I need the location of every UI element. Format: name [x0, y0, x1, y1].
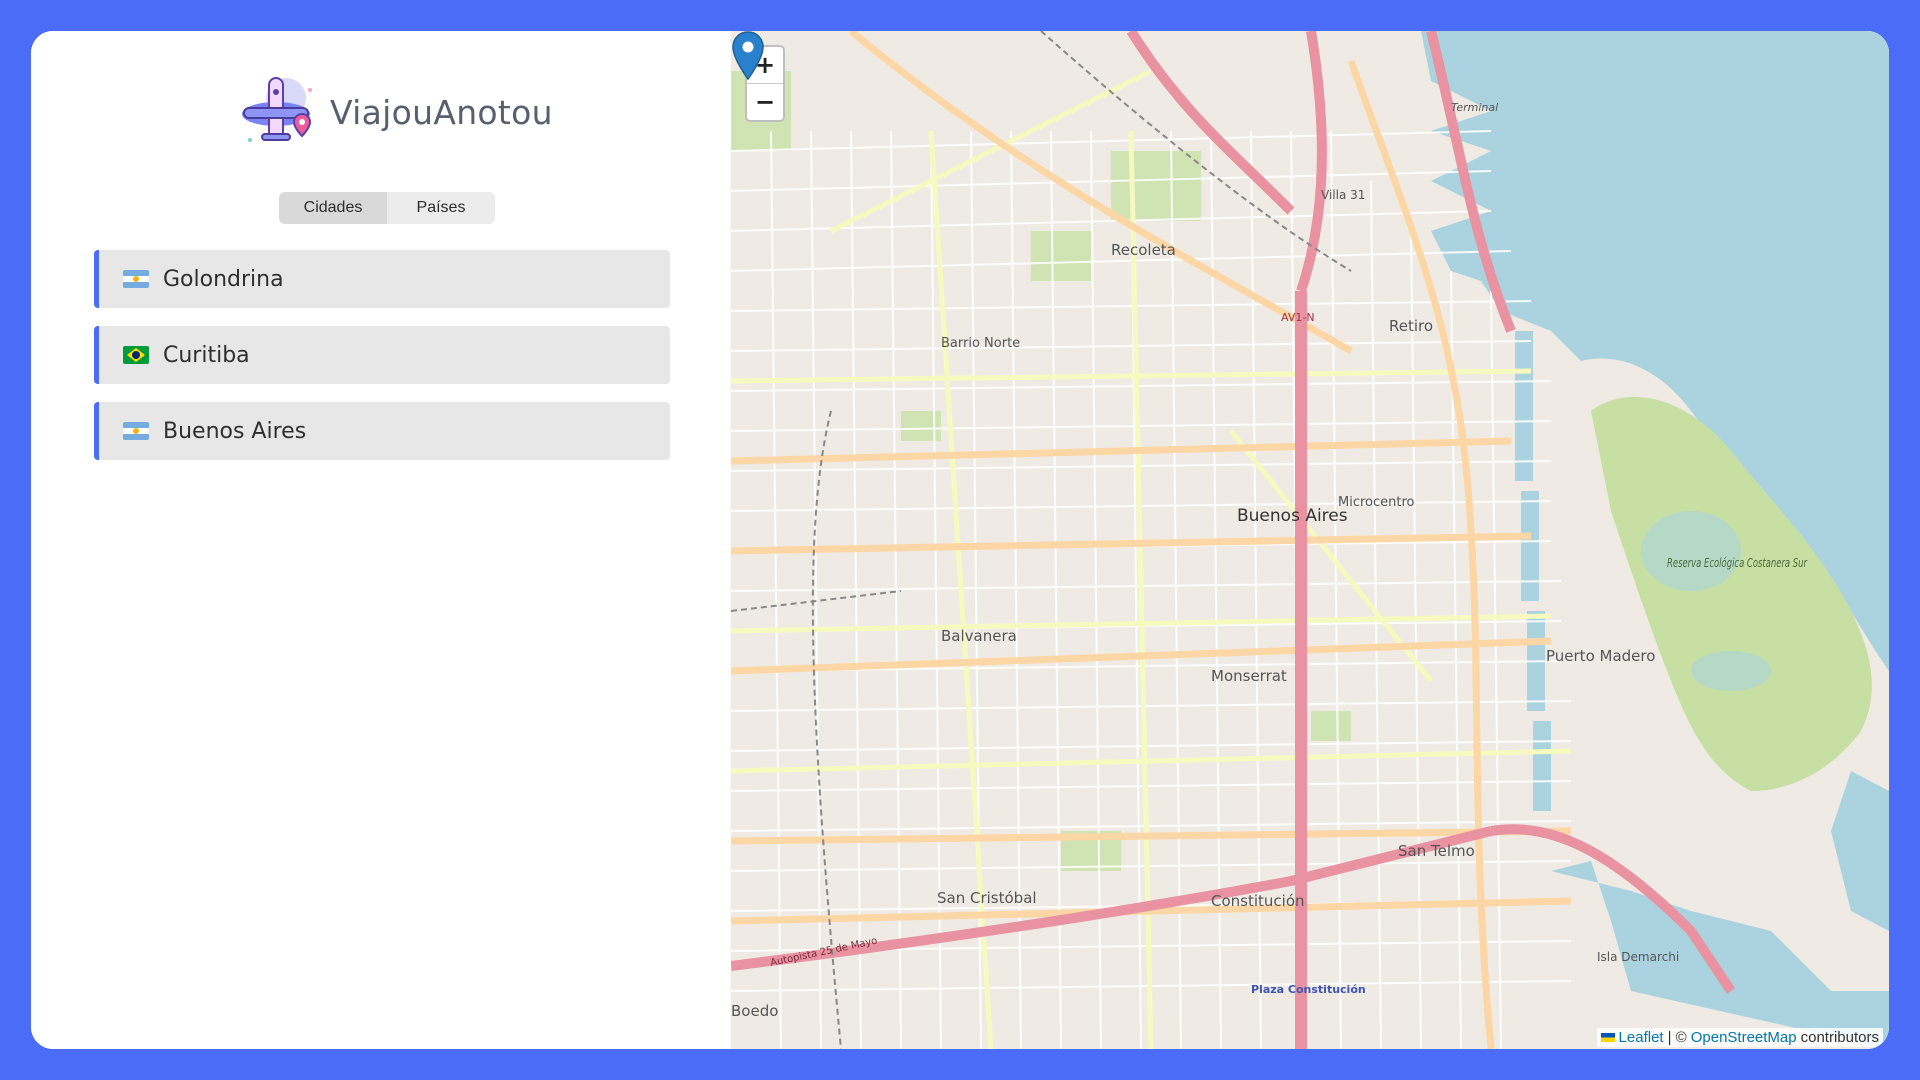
attribution-suffix: contributors: [1800, 1029, 1879, 1046]
city-item-curitiba[interactable]: Curitiba: [94, 326, 670, 384]
app-window: ViajouAnotou Cidades Países Golondrina C…: [31, 31, 1889, 1049]
tab-cidades[interactable]: Cidades: [279, 192, 387, 224]
brazil-flag-icon: [123, 346, 149, 364]
label-av1n: AV1-N: [1281, 311, 1315, 324]
label-constitucion: Constitución: [1211, 892, 1305, 910]
map-pin-icon[interactable]: [731, 31, 765, 81]
argentina-flag-icon: [123, 422, 149, 440]
argentina-flag-icon: [123, 270, 149, 288]
city-list: Golondrina Curitiba Buenos Aires: [94, 250, 670, 478]
label-retiro: Retiro: [1389, 317, 1433, 335]
openstreetmap-link[interactable]: OpenStreetMap: [1691, 1029, 1797, 1046]
city-item-golondrina[interactable]: Golondrina: [94, 250, 670, 308]
label-barrio-norte: Barrio Norte: [941, 336, 1020, 351]
label-buenos-aires: Buenos Aires: [1237, 506, 1348, 526]
label-boedo: Boedo: [731, 1002, 778, 1020]
zoom-out-button[interactable]: −: [747, 83, 783, 120]
city-name: Golondrina: [163, 266, 284, 292]
label-puerto-madero: Puerto Madero: [1546, 647, 1655, 665]
city-name: Buenos Aires: [163, 418, 307, 444]
city-item-buenos-aires[interactable]: Buenos Aires: [94, 402, 670, 460]
label-balvanera: Balvanera: [941, 627, 1017, 645]
label-recoleta: Recoleta: [1111, 241, 1176, 259]
map-view[interactable]: Recoleta Barrio Norte Retiro Buenos Aire…: [731, 31, 1889, 1049]
view-toggle: Cidades Países: [279, 192, 495, 224]
label-microcentro: Microcentro: [1338, 495, 1415, 510]
brand: ViajouAnotou: [236, 67, 553, 157]
ukraine-flag-icon: [1600, 1033, 1615, 1042]
label-san-telmo: San Telmo: [1398, 842, 1475, 860]
leaflet-link[interactable]: Leaflet: [1619, 1029, 1664, 1046]
label-reserva-line: Reserva Ecológica Costanera Sur: [1667, 556, 1808, 570]
label-reserva: Reserva Ecológica Costanera Sur: [1667, 556, 1808, 570]
attribution-separator: | ©: [1667, 1029, 1687, 1046]
label-terminal: Terminal: [1451, 101, 1498, 114]
label-san-cristobal: San Cristóbal: [937, 889, 1037, 907]
sidebar: ViajouAnotou Cidades Países Golondrina C…: [31, 31, 731, 1049]
tab-paises[interactable]: Países: [387, 192, 495, 224]
city-name: Curitiba: [163, 342, 250, 368]
label-villa31: Villa 31: [1321, 188, 1365, 202]
label-plaza-constitucion: Plaza Constitución: [1251, 983, 1366, 996]
app-title: ViajouAnotou: [330, 92, 553, 132]
map-attribution: Leaflet | © OpenStreetMap contributors: [1596, 1028, 1883, 1047]
airplane-logo-icon: [242, 77, 312, 142]
map-tiles: Recoleta Barrio Norte Retiro Buenos Aire…: [731, 31, 1889, 1049]
label-isla-demarchi: Isla Demarchi: [1597, 950, 1679, 964]
label-monserrat: Monserrat: [1211, 667, 1287, 685]
